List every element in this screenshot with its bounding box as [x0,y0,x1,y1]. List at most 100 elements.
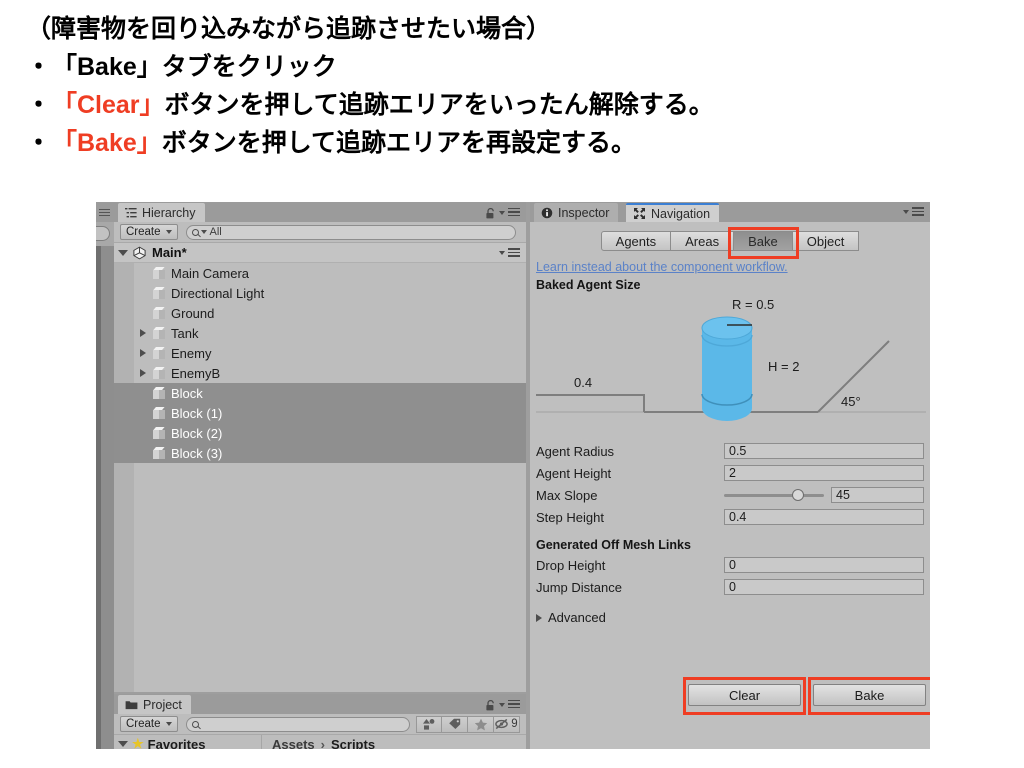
navigation-tab-label: Object [806,233,845,249]
bake-button[interactable]: Bake [813,684,926,706]
navigation-tab-bake[interactable]: Bake [734,231,793,251]
tab-hierarchy[interactable]: Hierarchy [118,203,205,222]
clipped-panel-menu-icon[interactable] [99,209,110,216]
hierarchy-row-disclosure[interactable] [134,349,152,357]
filter-by-label-icon[interactable] [442,715,468,733]
hierarchy-row[interactable]: Block (3) [114,443,526,463]
property-value-field[interactable]: 0 [724,579,924,595]
property-label: Agent Radius [536,443,615,459]
scene-context-menu[interactable] [499,248,520,259]
filter-by-type-icon[interactable] [416,715,442,733]
property-value-field[interactable]: 0 [724,557,924,573]
search-filter-caret-icon[interactable] [200,230,207,234]
hidden-toggle-icon[interactable]: 9 [494,715,520,733]
tab-inspector[interactable]: Inspector [534,203,619,222]
hierarchy-row[interactable]: Block (2) [114,423,526,443]
navigation-tab-label: Areas [685,233,720,249]
property-label: Jump Distance [536,579,622,595]
navigation-tab-agents[interactable]: Agents [600,231,672,251]
hamburger-icon[interactable] [508,207,520,219]
lock-icon[interactable] [485,207,496,219]
chevron-down-icon[interactable] [499,211,505,215]
hierarchy-row[interactable]: Block [114,383,526,403]
chevron-right-icon [536,613,542,622]
advanced-foldout[interactable]: Advanced [536,610,924,625]
hierarchy-row-label: Block [171,385,203,401]
gameobject-cube-icon [152,286,166,300]
project-panel-menu[interactable] [485,699,520,711]
clear-button[interactable]: Clear [688,684,801,706]
bake-button-label: Bake [854,687,885,703]
slide-line-0: （障害物を回り込みながら追跡させたい場合） [26,10,986,48]
hierarchy-create-button[interactable]: Create [120,224,178,240]
navigation-segment-group: Agents Areas Bake Object [600,227,860,259]
hierarchy-row[interactable]: EnemyB [114,363,526,383]
hierarchy-icon [125,207,137,219]
tab-navigation[interactable]: Navigation [626,203,720,222]
chevron-down-icon [118,741,128,747]
slider-knob[interactable] [792,489,804,501]
hierarchy-row-disclosure[interactable] [134,329,152,337]
project-tabbar: Project [114,694,526,714]
hierarchy-row[interactable]: Directional Light [114,283,526,303]
max-slope-value-field[interactable]: 45 [831,487,924,503]
property-value-field[interactable]: 0.5 [724,443,924,459]
chevron-right-icon [140,349,146,357]
property-value-field[interactable]: 2 [724,465,924,481]
chevron-down-icon[interactable] [903,210,909,215]
hierarchy-tabbar: Hierarchy [114,202,526,222]
bullet-marker-1: ・ [26,53,52,81]
chevron-down-icon [165,722,172,726]
offmesh-properties-list: Drop Height 0 Jump Distance 0 [536,554,924,598]
inspector-panel-menu[interactable] [903,207,924,218]
hierarchy-row[interactable]: Tank [114,323,526,343]
scene-root-label: Main* [152,245,187,260]
navigation-tab-label: Agents [615,233,657,249]
gameobject-cube-icon [152,386,166,400]
hamburger-icon[interactable] [508,699,520,711]
hierarchy-row-disclosure[interactable] [134,369,152,377]
hierarchy-row[interactable]: Block (1) [114,403,526,423]
tab-project[interactable]: Project [118,695,191,714]
project-search-input[interactable] [185,716,410,732]
project-create-label: Create [126,718,161,730]
navigation-tab-areas[interactable]: Areas [671,231,735,251]
lock-icon[interactable] [485,699,496,711]
breadcrumb-item-scripts[interactable]: Scripts [331,737,375,750]
search-icon [191,228,199,236]
scene-root-disclosure[interactable] [114,249,132,256]
hierarchy-row[interactable]: Main Camera [114,263,526,283]
chevron-down-icon [165,230,172,234]
property-row: Drop Height 0 [536,554,924,576]
hierarchy-row[interactable]: Ground [114,303,526,323]
clipped-panel-gutter [96,246,101,749]
gameobject-cube-icon [152,346,166,360]
chevron-down-icon[interactable] [499,703,505,707]
property-value-field[interactable]: 0.4 [724,509,924,525]
max-slope-slider[interactable] [724,487,824,503]
favorite-star-icon[interactable] [468,715,494,733]
slide-line-3: ・「Bake」ボタンを押して追跡エリアを再設定する。 [26,124,986,162]
project-create-button[interactable]: Create [120,716,178,732]
clipped-left-panel [96,202,114,749]
bake-action-buttons: Clear Bake [536,677,930,715]
hierarchy-scene-root-row[interactable]: Main* [114,243,526,263]
navigation-tab-object[interactable]: Object [792,231,860,251]
property-label: Step Height [536,509,604,525]
project-favorites-item[interactable]: ★ Favorites [114,735,262,749]
hierarchy-panel-menu[interactable] [485,207,520,219]
hierarchy-row[interactable]: Enemy [114,343,526,363]
gameobject-cube-icon [152,426,166,440]
diagram-step-label: 0.4 [574,375,593,390]
hamburger-icon[interactable] [912,207,924,218]
hierarchy-search-input[interactable]: All [185,224,516,240]
hierarchy-search-filter-label: All [209,226,222,238]
clipped-panel-search-input[interactable] [96,226,110,241]
gameobject-cube-icon [152,326,166,340]
hierarchy-row-label: Tank [171,325,199,341]
hierarchy-row-label: EnemyB [171,365,221,381]
breadcrumb-item-assets[interactable]: Assets [272,737,315,750]
slide-line-3-keyword: 「Bake」 [52,129,162,157]
chevron-right-icon [140,329,146,337]
component-workflow-link[interactable]: Learn instead about the component workfl… [536,260,924,274]
